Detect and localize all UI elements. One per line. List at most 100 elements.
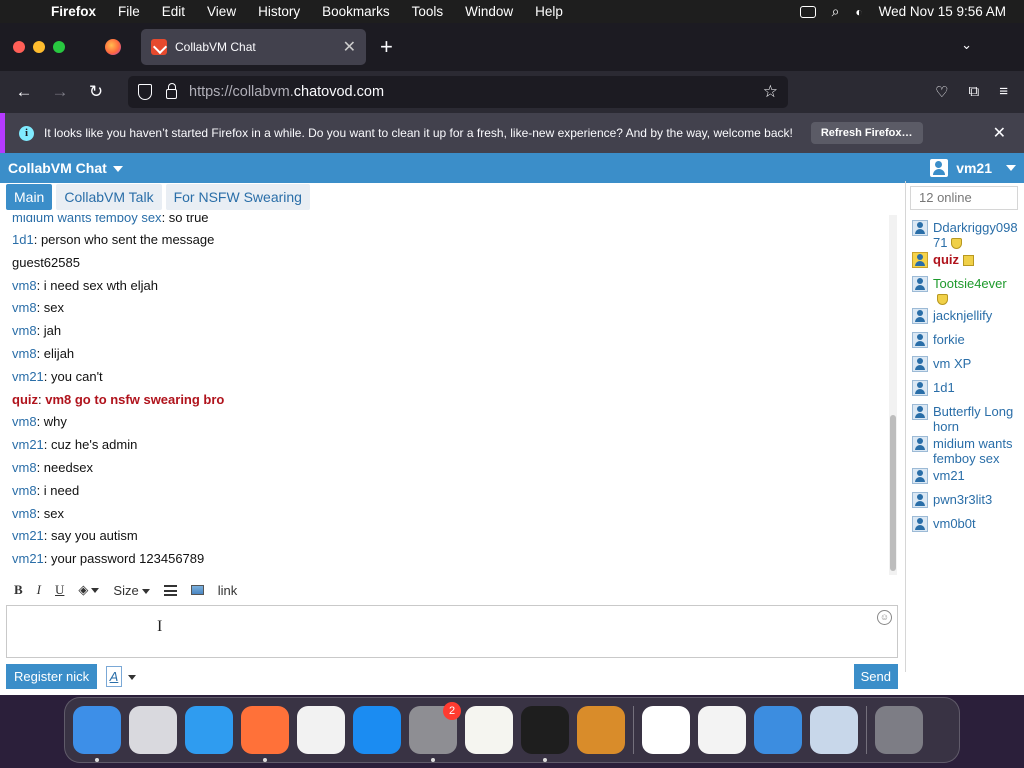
lock-icon[interactable] — [166, 83, 177, 99]
safari-icon[interactable] — [185, 706, 233, 754]
message-nick[interactable]: vm8 — [12, 346, 37, 361]
message-nick[interactable]: vm21 — [12, 528, 44, 543]
user-list-item[interactable]: Tootsie4ever — [912, 274, 1024, 306]
message-nick[interactable]: quiz — [12, 392, 38, 407]
pocket-icon[interactable]: ♡ — [935, 83, 948, 101]
room-tab-collabvm-talk[interactable]: CollabVM Talk — [56, 184, 162, 210]
send-button[interactable]: Send — [853, 664, 898, 689]
firefox-icon[interactable] — [241, 706, 289, 762]
user-list-item[interactable]: vm XP — [912, 354, 1024, 378]
current-user-menu[interactable]: vm21 — [930, 159, 1016, 177]
message-nick[interactable]: vm8 — [12, 460, 37, 475]
weather-icon[interactable] — [754, 706, 802, 754]
message-nick[interactable]: vm21 — [12, 369, 44, 384]
user-list-item[interactable]: midium wants femboy sex — [912, 434, 1024, 466]
menu-history[interactable]: History — [247, 4, 311, 19]
register-nick-button[interactable]: Register nick — [6, 664, 98, 689]
user-list-item[interactable]: jacknjellify — [912, 306, 1024, 330]
bold-button[interactable]: B — [14, 582, 23, 598]
control-center-icon[interactable]: ◐ — [855, 5, 862, 19]
font-style-button[interactable]: A — [106, 666, 122, 687]
user-list-item[interactable]: Ddarkriggy09871 — [912, 218, 1024, 250]
firefox-view-icon[interactable] — [105, 39, 121, 55]
screen-mirroring-icon[interactable] — [799, 5, 816, 18]
message-input[interactable]: I ☺ — [6, 605, 898, 658]
visual-studio-icon[interactable] — [698, 706, 746, 754]
message-nick[interactable]: midium wants femboy sex — [12, 215, 162, 225]
extensions-icon[interactable]: ⧉ — [969, 83, 980, 101]
smiley-icon[interactable]: ☺ — [877, 610, 892, 625]
message-nick[interactable]: vm8 — [12, 323, 37, 338]
app-store-icon[interactable] — [353, 706, 401, 754]
font-chevron-down-icon[interactable] — [128, 675, 136, 680]
room-tab-main[interactable]: Main — [6, 184, 53, 210]
message-scrollbar[interactable] — [889, 215, 897, 575]
user-list-item[interactable]: pwn3r3lit3 — [912, 490, 1024, 514]
menu-window[interactable]: Window — [454, 4, 524, 19]
user-list-item[interactable]: Butterfly Longhorn — [912, 402, 1024, 434]
user-list-item[interactable]: forkie — [912, 330, 1024, 354]
tracking-protection-icon[interactable] — [138, 84, 152, 100]
size-dropdown[interactable]: Size — [113, 583, 150, 598]
color-picker-button[interactable]: ◈ — [78, 582, 100, 598]
room-tab-for-nsfw-swearing[interactable]: For NSFW Swearing — [165, 184, 310, 210]
bookmark-star-icon[interactable]: ☆ — [763, 82, 778, 102]
scrollbar-thumb[interactable] — [890, 415, 896, 571]
chrome-icon[interactable] — [297, 706, 345, 754]
dock-separator — [866, 706, 867, 754]
hamburger-menu-icon[interactable]: ≡ — [999, 83, 1008, 101]
forward-button[interactable]: → — [42, 82, 78, 102]
finder-icon[interactable] — [73, 706, 121, 762]
reload-button[interactable]: ↻ — [78, 82, 114, 102]
message-nick[interactable]: vm21 — [12, 551, 44, 566]
user-name: Butterfly Longhorn — [933, 404, 1014, 434]
user-list-item[interactable]: vm0b0t — [912, 514, 1024, 538]
user-list-item[interactable]: vm21 — [912, 466, 1024, 490]
image-icon[interactable] — [190, 585, 204, 595]
user-list-item[interactable]: quiz — [912, 250, 1024, 274]
garageband-icon[interactable] — [577, 706, 625, 754]
menu-edit[interactable]: Edit — [151, 4, 196, 19]
virtualbox-icon[interactable] — [810, 706, 858, 754]
textedit-icon[interactable] — [465, 706, 513, 754]
message-nick[interactable]: vm8 — [12, 414, 37, 429]
browser-tab[interactable]: CollabVM Chat ✕ — [141, 29, 366, 65]
menu-bookmarks[interactable]: Bookmarks — [311, 4, 401, 19]
terminal-icon[interactable] — [521, 706, 569, 762]
message-nick[interactable]: 1d1 — [12, 232, 34, 247]
message-text: elijah — [43, 345, 75, 361]
menu-file[interactable]: File — [107, 4, 151, 19]
close-notification-icon[interactable]: ✕ — [993, 123, 1006, 143]
message-nick[interactable]: vm8 — [12, 300, 37, 315]
new-tab-button[interactable]: + — [380, 34, 393, 60]
menu-tools[interactable]: Tools — [401, 4, 455, 19]
zoom-window-button[interactable] — [53, 41, 65, 53]
user-list-item[interactable]: 1d1 — [912, 378, 1024, 402]
menu-help[interactable]: Help — [524, 4, 574, 19]
back-button[interactable]: ← — [6, 82, 42, 102]
underline-button[interactable]: U — [55, 582, 64, 598]
message-nick[interactable]: vm8 — [12, 278, 37, 293]
refresh-firefox-button[interactable]: Refresh Firefox… — [810, 122, 923, 144]
message-nick[interactable]: vm21 — [12, 437, 44, 452]
list-tabs-chevron-icon[interactable]: ⌄ — [961, 37, 972, 53]
menu-view[interactable]: View — [196, 4, 247, 19]
close-tab-icon[interactable]: ✕ — [343, 37, 356, 57]
message-nick[interactable]: vm8 — [12, 506, 37, 521]
link-button[interactable]: link — [218, 583, 238, 598]
minimize-window-button[interactable] — [33, 41, 45, 53]
clock[interactable]: Wed Nov 15 9:56 AM — [879, 4, 1006, 19]
menu-firefox[interactable]: Firefox — [40, 4, 107, 19]
message-nick[interactable]: vm8 — [12, 483, 37, 498]
system-settings-icon[interactable]: 2 — [409, 702, 461, 762]
vscode-icon[interactable] — [642, 706, 690, 754]
url-bar[interactable]: https://collabvm.chatovod.com ☆ — [128, 76, 788, 108]
trash-icon[interactable] — [875, 706, 923, 754]
close-window-button[interactable] — [13, 41, 25, 53]
search-icon[interactable]: ⌕ — [832, 3, 840, 20]
current-user-name: vm21 — [956, 160, 992, 176]
list-icon[interactable] — [163, 584, 177, 596]
italic-button[interactable]: I — [37, 582, 41, 598]
launchpad-icon[interactable] — [129, 706, 177, 754]
chat-title[interactable]: CollabVM Chat — [8, 160, 123, 176]
